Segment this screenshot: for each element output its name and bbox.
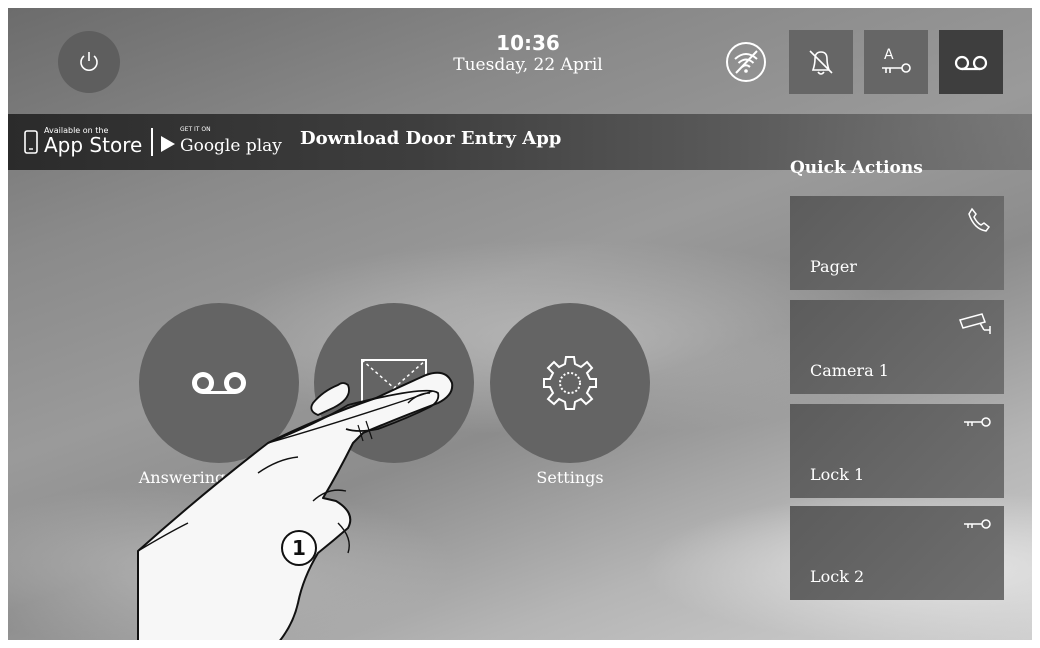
auto-door-letter: A (884, 47, 894, 63)
gear-icon (543, 356, 597, 410)
quick-action-lock-2[interactable]: Lock 2 (790, 506, 1004, 600)
clock-time: 10:36 (496, 31, 560, 55)
wifi-off-icon (726, 42, 766, 82)
power-icon (80, 52, 98, 71)
do-not-disturb-status[interactable] (789, 30, 853, 94)
top-bar: 10:36 Tuesday, 22 April A (8, 8, 1032, 114)
clock: 10:36 Tuesday, 22 April (398, 32, 658, 76)
download-app-text: Download Door Entry App (300, 128, 562, 149)
app-store-text: App Store (44, 133, 143, 157)
quick-action-label: Lock 2 (810, 567, 865, 586)
camera-icon (959, 313, 991, 334)
auto-door-key-icon: A (882, 47, 911, 73)
hand-pointer-illustration (137, 371, 454, 640)
voicemail-icon (954, 55, 988, 71)
quick-action-label: Pager (810, 257, 857, 276)
settings-button[interactable] (490, 303, 650, 463)
phone-icon (968, 207, 991, 232)
google-play-small-text: GET IT ON (180, 126, 211, 133)
quick-action-camera-1[interactable]: Camera 1 (790, 300, 1004, 394)
google-play-text: Google play (180, 136, 282, 156)
power-button[interactable] (58, 31, 120, 93)
do-not-disturb-bell-icon (809, 50, 833, 75)
google-play-badge[interactable]: GET IT ON Google play (158, 124, 282, 160)
key-icon (964, 519, 991, 529)
step-number-badge: 1 (281, 530, 317, 566)
quick-action-pager[interactable]: Pager (790, 196, 1004, 290)
quick-actions-title: Quick Actions (790, 158, 923, 178)
key-icon (964, 417, 991, 427)
phone-device-icon (24, 130, 38, 154)
intercom-screen: 10:36 Tuesday, 22 April A Available on t… (8, 8, 1032, 640)
wifi-status[interactable] (714, 30, 778, 94)
quick-action-label: Lock 1 (810, 465, 865, 484)
auto-door-status[interactable]: A (864, 30, 928, 94)
badge-divider (151, 128, 153, 156)
quick-action-label: Camera 1 (810, 361, 889, 380)
play-icon (161, 136, 175, 152)
app-store-badge[interactable]: Available on the App Store (22, 124, 148, 160)
quick-action-lock-1[interactable]: Lock 1 (790, 404, 1004, 498)
clock-date: Tuesday, 22 April (453, 55, 603, 75)
voicemail-status[interactable] (939, 30, 1003, 94)
settings-label: Settings (536, 468, 604, 487)
